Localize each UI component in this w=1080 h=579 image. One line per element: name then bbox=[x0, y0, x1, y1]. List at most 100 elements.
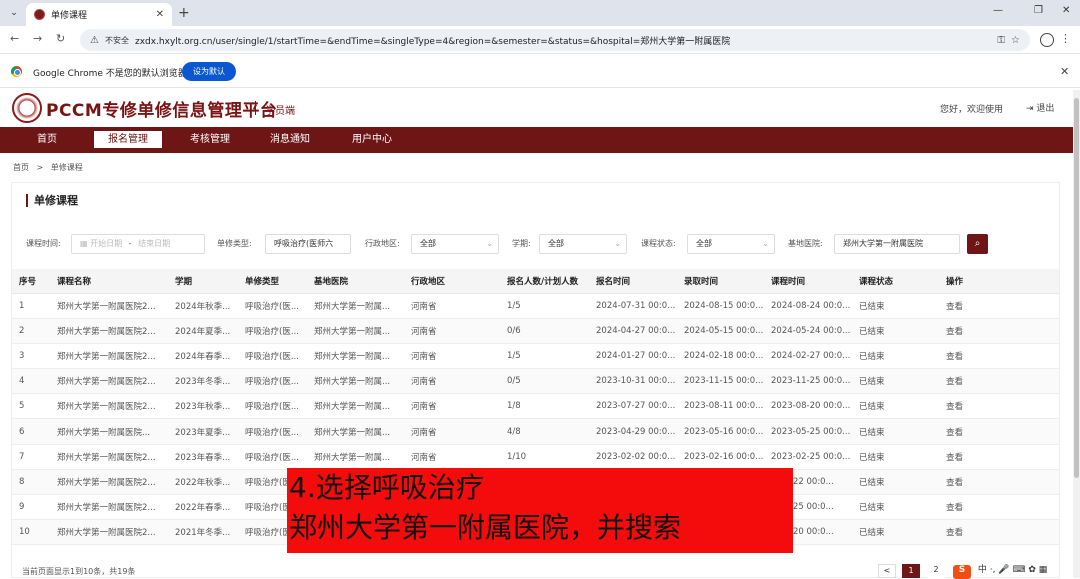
breadcrumb-home[interactable]: 首页 bbox=[13, 163, 29, 172]
column-header: 操作 bbox=[939, 269, 1059, 294]
page-2-button[interactable]: 2 bbox=[927, 564, 945, 578]
nav-item-user-center[interactable]: 用户中心 bbox=[342, 127, 402, 153]
page-1-button[interactable]: 1 bbox=[902, 564, 920, 578]
table-cell: 2024年春季... bbox=[168, 343, 238, 370]
nav-item-registration[interactable]: 报名管理 bbox=[94, 131, 162, 148]
view-link[interactable]: 查看 bbox=[939, 393, 1059, 420]
password-key-icon[interactable]: ⚿ bbox=[997, 35, 1005, 46]
keyboard-icon[interactable]: ⌨ bbox=[1012, 565, 1025, 575]
table-cell: 郑州大学第一附属医院2... bbox=[50, 519, 168, 546]
profile-avatar-icon[interactable] bbox=[1040, 33, 1054, 47]
minimize-icon[interactable]: — bbox=[993, 5, 1003, 16]
table-cell: 2024-07-31 00:0... bbox=[589, 293, 677, 319]
table-cell: 2024-04-27 00:0... bbox=[589, 318, 677, 344]
maximize-icon[interactable]: ❐ bbox=[1034, 5, 1043, 16]
column-header: 课程名称 bbox=[50, 269, 168, 294]
view-link[interactable]: 查看 bbox=[939, 343, 1059, 370]
breadcrumb-separator: > bbox=[36, 163, 44, 172]
view-link[interactable]: 查看 bbox=[939, 519, 1059, 546]
table-cell: 2023年冬季... bbox=[168, 368, 238, 395]
table-cell: 已结束 bbox=[852, 318, 939, 344]
reload-icon[interactable]: ↻ bbox=[56, 32, 65, 45]
nav-item-home[interactable]: 首页 bbox=[22, 127, 72, 153]
column-header: 基地医院 bbox=[307, 269, 404, 294]
view-link[interactable]: 查看 bbox=[939, 418, 1059, 445]
table-cell: 郑州大学第一附属医院2... bbox=[50, 393, 168, 420]
view-link[interactable]: 查看 bbox=[939, 494, 1059, 521]
logout-link[interactable]: ⇥ 退出 bbox=[1026, 101, 1054, 114]
infobar-close-icon[interactable]: ✕ bbox=[1060, 65, 1069, 78]
prev-page-button[interactable]: < bbox=[878, 564, 896, 578]
page-scrollbar[interactable] bbox=[1073, 90, 1080, 578]
sogou-ime-icon[interactable]: S bbox=[953, 565, 971, 579]
view-link[interactable]: 查看 bbox=[939, 318, 1059, 344]
view-link[interactable]: 查看 bbox=[939, 293, 1059, 319]
table-row: 7 郑州大学第一附属医院2... 2023年春季... 呼吸治疗(医... 郑州大学第一… bbox=[12, 444, 1059, 470]
table-cell: 2024-02-18 00:0... bbox=[677, 343, 764, 370]
table-cell: 河南省 bbox=[404, 418, 500, 445]
search-button[interactable]: ⌕ bbox=[967, 234, 988, 254]
view-link[interactable]: 查看 bbox=[939, 444, 1059, 470]
table-cell: 2023-02-02 00:0... bbox=[589, 444, 677, 470]
search-icon: ⌕ bbox=[974, 238, 981, 249]
grid-icon[interactable]: ▦ bbox=[1039, 565, 1048, 575]
logout-label: 退出 bbox=[1036, 104, 1055, 114]
tab-close-icon[interactable]: ✕ bbox=[156, 9, 164, 20]
nav-item-assessment[interactable]: 考核管理 bbox=[180, 127, 240, 153]
logout-icon: ⇥ bbox=[1026, 104, 1037, 114]
table-row: 1 郑州大学第一附属医院2... 2024年秋季... 呼吸治疗(医... 郑州大学第一… bbox=[12, 293, 1059, 319]
table-cell: 0/6 bbox=[500, 318, 589, 344]
set-default-button[interactable]: 设为默认 bbox=[182, 62, 236, 81]
view-link[interactable]: 查看 bbox=[939, 469, 1059, 496]
view-link[interactable]: 查看 bbox=[939, 368, 1059, 395]
tab-search-chevron-icon[interactable]: ⌄ bbox=[6, 5, 22, 21]
hospital-select[interactable]: 郑州大学第一附属医院 bbox=[834, 234, 960, 254]
window-close-icon[interactable]: ✕ bbox=[1062, 5, 1070, 16]
start-date-field[interactable]: 开始日期 bbox=[90, 239, 122, 248]
table-cell: 2024-05-15 00:0... bbox=[677, 318, 764, 344]
scrollbar-thumb[interactable] bbox=[1074, 98, 1079, 478]
table-cell: 2023-02-25 00:0... bbox=[764, 444, 852, 470]
back-arrow-icon[interactable]: ← bbox=[10, 32, 19, 45]
hospital-select-value: 郑州大学第一附属医院 bbox=[843, 239, 923, 248]
region-select[interactable]: 全部 ⌄ bbox=[411, 234, 499, 254]
column-header: 课程状态 bbox=[852, 269, 939, 294]
type-select[interactable]: 呼吸治疗(医师六 bbox=[265, 234, 351, 254]
semester-select[interactable]: 全部 ⌄ bbox=[539, 234, 627, 254]
site-title: PCCM专修单修信息管理平台 bbox=[46, 101, 278, 121]
breadcrumb-current: 单修课程 bbox=[50, 163, 83, 172]
microphone-icon[interactable]: 🎤 bbox=[998, 565, 1009, 575]
chrome-menu-icon[interactable]: ⋮ bbox=[1060, 32, 1071, 45]
table-cell: 2024-08-15 00:0... bbox=[677, 293, 764, 319]
new-tab-plus-icon[interactable]: + bbox=[178, 5, 190, 21]
table-cell: 河南省 bbox=[404, 343, 500, 370]
ime-language-indicator[interactable]: 中 bbox=[978, 565, 987, 575]
table-cell: 4/8 bbox=[500, 418, 589, 445]
table-cell: 2023-11-15 00:0... bbox=[677, 368, 764, 395]
nav-item-notifications[interactable]: 消息通知 bbox=[260, 127, 320, 153]
forward-arrow-icon[interactable]: → bbox=[33, 32, 42, 45]
table-cell: 郑州大学第一附属医院2... bbox=[50, 444, 168, 470]
table-cell: 已结束 bbox=[852, 368, 939, 395]
table-cell: 1/8 bbox=[500, 393, 589, 420]
bookmark-star-icon[interactable]: ☆ bbox=[1011, 35, 1020, 46]
table-cell: 3 bbox=[12, 343, 50, 370]
table-cell: 已结束 bbox=[852, 494, 939, 521]
browser-tab[interactable]: 单修课程 ✕ bbox=[26, 3, 172, 26]
skin-icon[interactable]: ✿ bbox=[1028, 565, 1036, 575]
table-cell: 河南省 bbox=[404, 293, 500, 319]
chrome-logo-icon bbox=[11, 66, 22, 77]
table-cell: 郑州大学第一附属... bbox=[307, 418, 404, 445]
date-range-picker[interactable]: ▦ 开始日期 - 结束日期 bbox=[71, 234, 205, 254]
table-cell: 2021年冬季... bbox=[168, 519, 238, 546]
table-row: 3 郑州大学第一附属医院2... 2024年春季... 呼吸治疗(医... 郑州大学第一… bbox=[12, 343, 1059, 370]
status-select[interactable]: 全部 ⌄ bbox=[687, 234, 775, 254]
url-text[interactable]: zxdx.hxylt.org.cn/user/single/1/startTim… bbox=[135, 34, 991, 47]
url-omnibox[interactable]: ⚠ 不安全 zxdx.hxylt.org.cn/user/single/1/st… bbox=[80, 29, 1030, 51]
table-cell: 5 bbox=[12, 393, 50, 420]
end-date-field[interactable]: 结束日期 bbox=[138, 239, 170, 248]
punctuation-icon: ·, bbox=[989, 565, 996, 575]
table-cell: 1/5 bbox=[500, 343, 589, 370]
table-cell: 2023-02-16 00:0... bbox=[677, 444, 764, 470]
table-cell: 2024-08-24 00:0... bbox=[764, 293, 852, 319]
